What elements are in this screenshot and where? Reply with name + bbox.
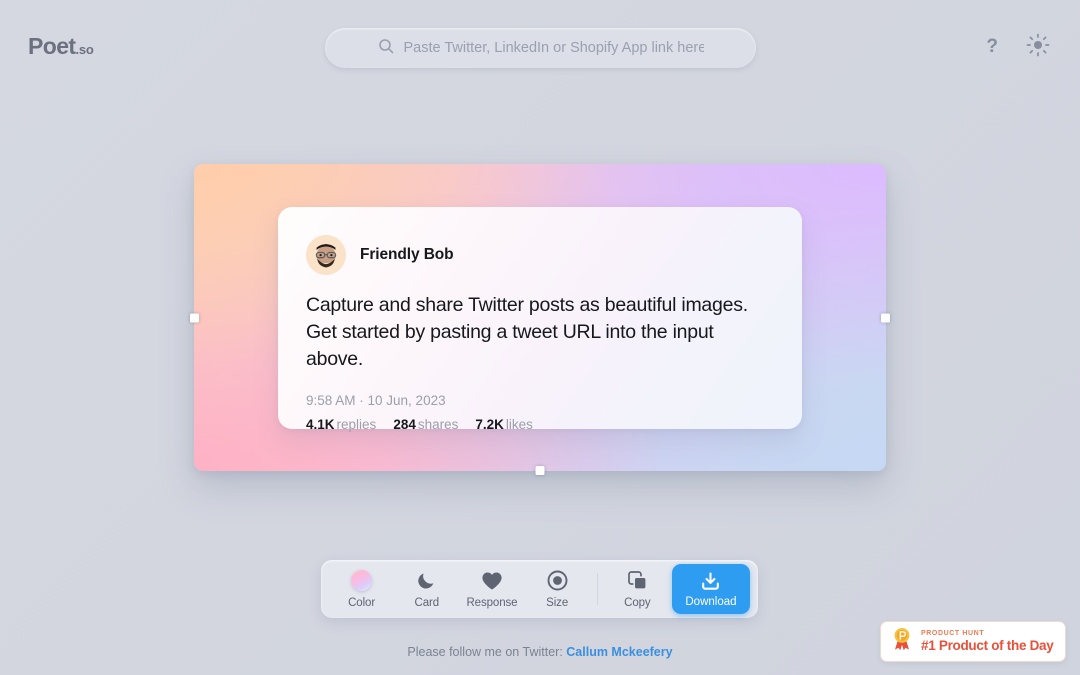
tweet-author-name: Friendly Bob	[360, 246, 454, 263]
tool-response-label: Response	[466, 596, 518, 609]
tool-color-label: Color	[348, 596, 376, 609]
stat-likes-value: 7.2K	[475, 416, 504, 432]
color-gradient-swatch-icon	[351, 570, 373, 592]
help-button[interactable]: ?	[986, 37, 998, 56]
search-bar[interactable]	[325, 28, 756, 68]
stat-likes-label: likes	[505, 416, 533, 432]
medal-icon	[891, 627, 913, 656]
tweet-body-text: Capture and share Twitter posts as beaut…	[306, 294, 748, 370]
footer-twitter-link[interactable]: Callum Mckeefery	[566, 645, 672, 659]
copy-icon	[627, 570, 648, 592]
logo-suffix-text: .so	[75, 42, 94, 57]
editor-toolbar: Color Card Response Size Copy Download	[321, 560, 758, 618]
product-hunt-badge[interactable]: PRODUCT HUNT #1 Product of the Day	[880, 621, 1066, 662]
download-icon	[700, 570, 721, 592]
tool-size-label: Size	[546, 596, 569, 609]
top-bar: Poet.so ?	[0, 0, 1080, 95]
tool-copy[interactable]: Copy	[605, 564, 670, 614]
sun-icon	[1026, 33, 1050, 60]
stat-replies-value: 4.1K	[306, 416, 335, 432]
product-hunt-text: PRODUCT HUNT #1 Product of the Day	[921, 630, 1054, 653]
tool-copy-label: Copy	[624, 596, 651, 609]
question-mark-icon: ?	[986, 36, 998, 57]
tweet-header: Friendly Bob	[306, 235, 774, 275]
tweet-timestamp: 9:58 AM · 10 Jun, 2023	[306, 392, 446, 408]
stat-shares-label: shares	[417, 416, 459, 432]
product-hunt-kicker: PRODUCT HUNT	[921, 630, 985, 637]
search-inner	[378, 38, 704, 59]
theme-toggle-button[interactable]	[1026, 33, 1050, 60]
top-bar-actions: ?	[986, 33, 1050, 60]
toolbar-divider	[596, 573, 598, 605]
canvas-area[interactable]: Friendly Bob Capture and share Twitter p…	[190, 164, 890, 475]
download-button-label: Download	[685, 596, 737, 608]
tweet-card[interactable]: Friendly Bob Capture and share Twitter p…	[278, 207, 802, 432]
memoji-avatar	[306, 235, 346, 275]
footer-text: Please follow me on Twitter:	[407, 645, 563, 659]
stat-replies: 4.1K replies	[306, 417, 376, 432]
search-icon	[378, 38, 394, 59]
stat-replies-label: replies	[336, 416, 377, 432]
tool-response[interactable]: Response	[459, 564, 524, 614]
product-hunt-title: #1 Product of the Day	[921, 638, 1054, 653]
tool-card-label: Card	[414, 596, 440, 609]
resize-handle-right[interactable]	[881, 313, 890, 322]
resize-handle-bottom[interactable]	[535, 466, 545, 475]
stat-likes: 7.2K likes	[475, 417, 533, 432]
tool-size[interactable]: Size	[525, 564, 590, 614]
download-button[interactable]: Download	[671, 564, 750, 614]
moon-icon	[416, 570, 437, 592]
search-input[interactable]	[403, 40, 704, 56]
target-circle-icon	[547, 570, 568, 592]
tweet-stats: 4.1K replies 284 shares 7.2K likes	[306, 417, 774, 432]
tool-color[interactable]: Color	[329, 564, 394, 614]
app-logo[interactable]: Poet.so	[28, 33, 94, 60]
stat-shares: 284 shares	[393, 417, 458, 432]
tool-card[interactable]: Card	[394, 564, 459, 614]
logo-main-text: Poet	[28, 33, 76, 59]
resize-handle-left[interactable]	[190, 313, 199, 322]
heart-icon	[481, 570, 503, 592]
stat-shares-value: 284	[393, 416, 416, 432]
